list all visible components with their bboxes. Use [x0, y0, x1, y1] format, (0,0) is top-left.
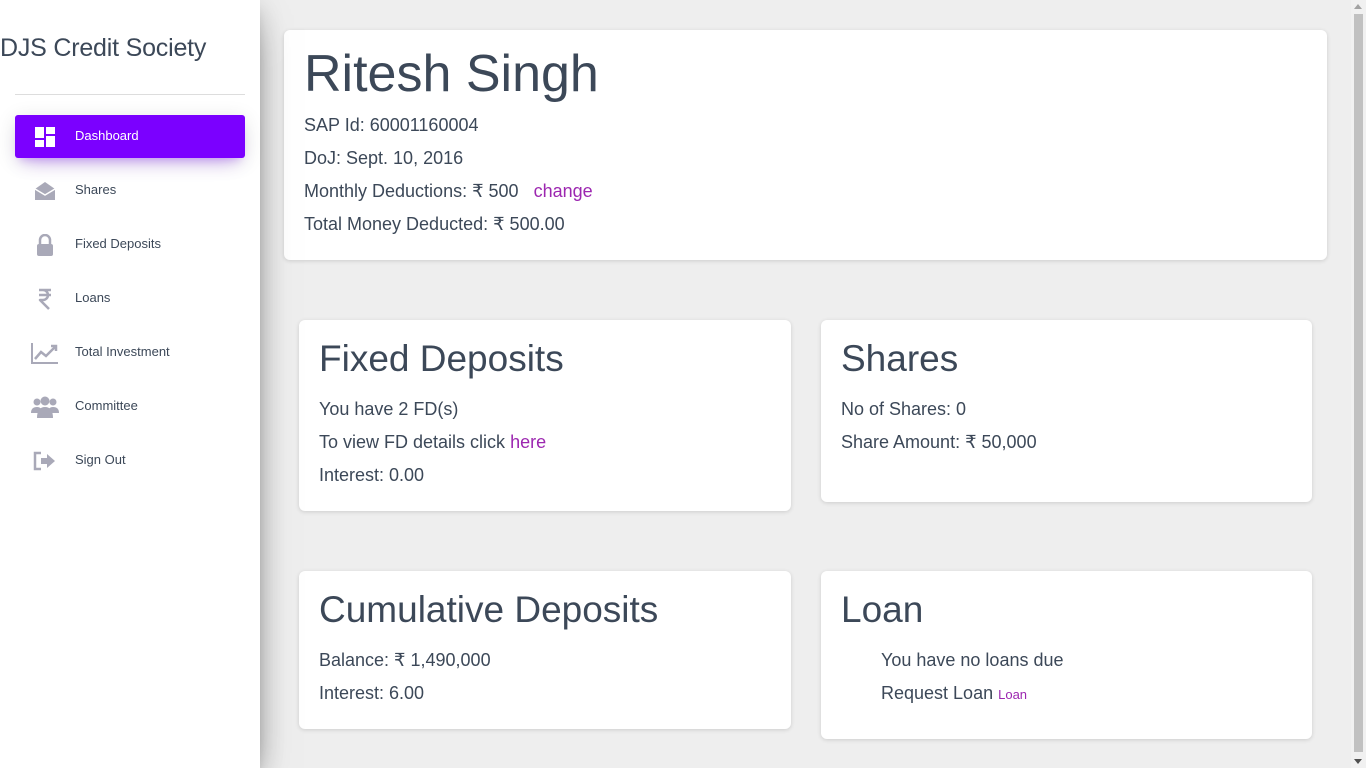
- loan-status: You have no loans due: [881, 650, 1064, 670]
- date-of-joining: DoJ: Sept. 10, 2016: [304, 148, 464, 168]
- sidebar-item-label: Total Investment: [75, 344, 170, 359]
- profile-name: Ritesh Singh: [304, 45, 599, 103]
- scroll-up-arrow[interactable]: [1354, 4, 1362, 9]
- profile-card: Ritesh Singh SAP Id: 60001160004 DoJ: Se…: [284, 30, 1327, 260]
- sign-out-icon: [31, 447, 59, 475]
- fd-details-link[interactable]: here: [510, 432, 546, 452]
- sidebar-item-loans[interactable]: Loans: [15, 277, 245, 320]
- sidebar-item-label: Loans: [75, 290, 111, 305]
- fd-interest: Interest: 0.00: [319, 465, 425, 485]
- share-amount: Share Amount: ₹ 50,000: [841, 432, 1037, 452]
- card-title: Loan: [841, 589, 924, 630]
- trending-up-icon: [31, 339, 59, 367]
- shares-count: No of Shares: 0: [841, 399, 967, 419]
- sap-id: SAP Id: 60001160004: [304, 115, 479, 135]
- scroll-down-arrow[interactable]: [1354, 759, 1362, 764]
- sidebar-item-dashboard[interactable]: Dashboard: [15, 115, 245, 158]
- fd-view-text: To view FD details click: [319, 432, 506, 452]
- sidebar-item-label: Committee: [75, 398, 138, 413]
- sidebar-item-committee[interactable]: Committee: [15, 385, 245, 428]
- request-loan-text: Request Loan: [881, 683, 994, 703]
- total-money-deducted: Total Money Deducted: ₹ 500.00: [304, 214, 565, 234]
- cd-interest: Interest: 6.00: [319, 683, 425, 703]
- sidebar-item-sign-out[interactable]: Sign Out: [15, 439, 245, 482]
- sidebar-item-shares[interactable]: Shares: [15, 169, 245, 212]
- cd-balance: Balance: ₹ 1,490,000: [319, 650, 491, 670]
- card-title: Fixed Deposits: [319, 338, 564, 379]
- cumulative-deposits-card: Cumulative Deposits Balance: ₹ 1,490,000…: [299, 571, 791, 729]
- fd-count: You have 2 FD(s): [319, 399, 459, 419]
- rupee-icon: [31, 285, 59, 313]
- fixed-deposits-card: Fixed Deposits You have 2 FD(s) To view …: [299, 320, 791, 511]
- fd-view-row: To view FD details click here: [319, 432, 546, 453]
- sidebar-item-total-investment[interactable]: Total Investment: [15, 331, 245, 374]
- change-deductions-link[interactable]: change: [534, 181, 593, 201]
- monthly-deductions-row: Monthly Deductions: ₹ 500 change: [304, 181, 593, 202]
- card-title: Cumulative Deposits: [319, 589, 659, 630]
- sidebar-item-label: Fixed Deposits: [75, 236, 161, 251]
- sidebar-item-label: Sign Out: [75, 452, 126, 467]
- envelope-open-icon: [31, 177, 59, 205]
- card-title: Shares: [841, 338, 959, 379]
- scrollbar-thumb[interactable]: [1354, 14, 1363, 752]
- brand-title[interactable]: DJS Credit Society: [0, 34, 206, 63]
- loan-card: Loan You have no loans due Request Loan …: [821, 571, 1312, 739]
- sidebar: DJS Credit Society Dashboard Shares Fixe…: [0, 0, 260, 768]
- dashboard-icon: [31, 123, 59, 151]
- group-icon: [31, 393, 59, 421]
- brand-divider: [15, 94, 245, 95]
- monthly-deductions: Monthly Deductions: ₹ 500: [304, 181, 519, 201]
- shares-card: Shares No of Shares: 0 Share Amount: ₹ 5…: [821, 320, 1312, 502]
- vertical-scrollbar[interactable]: [1351, 0, 1366, 768]
- sidebar-item-label: Dashboard: [75, 128, 139, 143]
- sidebar-item-fixed-deposits[interactable]: Fixed Deposits: [15, 223, 245, 266]
- request-loan-link[interactable]: Loan: [998, 687, 1027, 702]
- lock-icon: [31, 231, 59, 259]
- sidebar-item-label: Shares: [75, 182, 117, 197]
- request-loan-row: Request Loan Loan: [881, 683, 1027, 704]
